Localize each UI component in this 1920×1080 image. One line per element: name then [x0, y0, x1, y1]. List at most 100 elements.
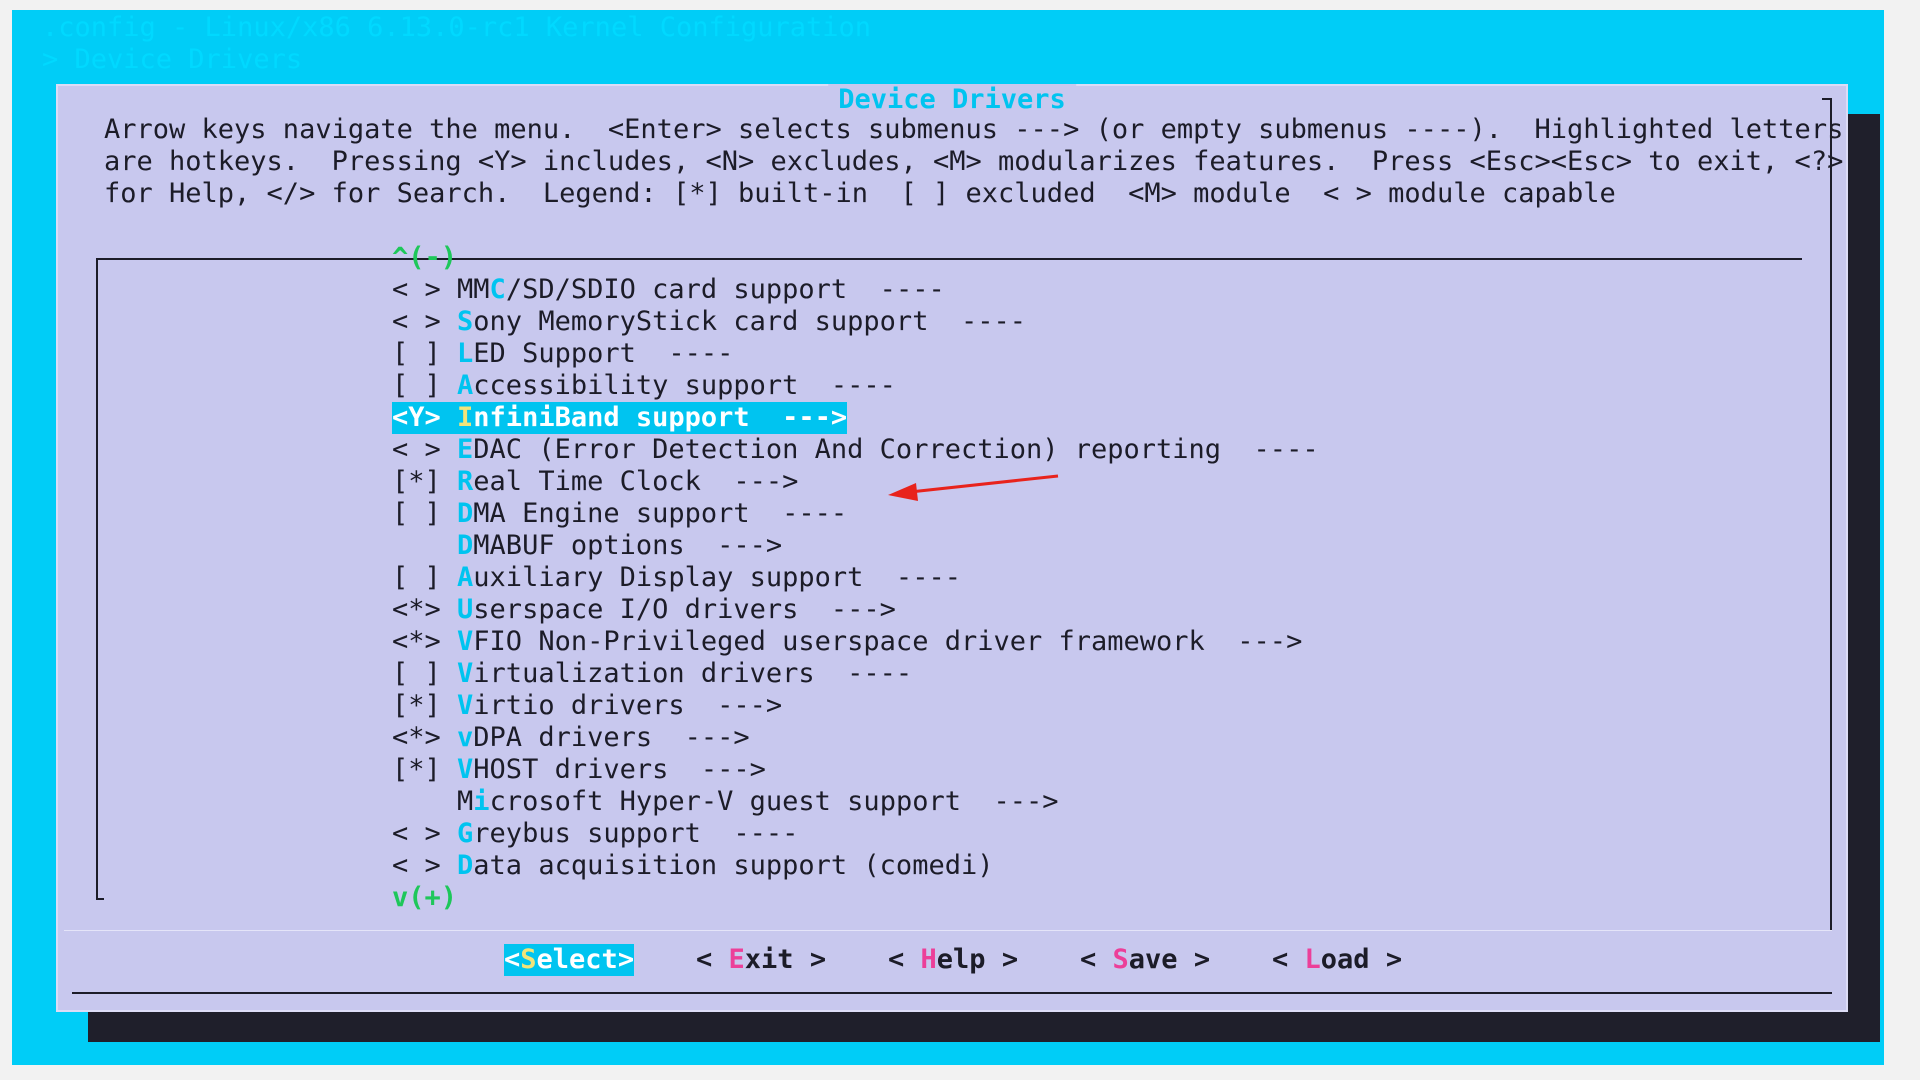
- menu-item-hotkey: G: [457, 818, 474, 849]
- menu-item-label: ED Support ----: [473, 338, 734, 369]
- menu-item-label-start: MM: [457, 274, 490, 305]
- dialog-border-corner: [1822, 98, 1832, 100]
- menu-item-label: FIO Non-Privileged userspace driver fram…: [473, 626, 1303, 657]
- menu-item-hotkey: A: [457, 562, 474, 593]
- exit-hotkey: E: [728, 944, 745, 975]
- save-open-bracket: <: [1080, 944, 1113, 975]
- menu-item[interactable]: < > EDAC (Error Detection And Correction…: [392, 434, 1319, 466]
- load-open-bracket: <: [1272, 944, 1305, 975]
- dialog-border-right: [1830, 98, 1832, 930]
- menu-item-state: < >: [392, 434, 458, 465]
- menu-item[interactable]: DMABUF options --->: [392, 530, 782, 562]
- button-bar-separator: [64, 930, 1832, 931]
- menu-item-state: [ ]: [392, 370, 458, 401]
- load-label: oad: [1320, 944, 1370, 975]
- menu-item[interactable]: [*] Virtio drivers --->: [392, 690, 782, 722]
- menu-item-hotkey: D: [457, 530, 474, 561]
- menu-item-state: < >: [392, 818, 458, 849]
- menu-item-label: /SD/SDIO card support ----: [505, 274, 945, 305]
- menu-item[interactable]: [*] VHOST drivers --->: [392, 754, 766, 786]
- menu-item-state: [392, 786, 457, 817]
- menu-item-label: irtualization drivers ----: [473, 658, 913, 689]
- menu-item[interactable]: Microsoft Hyper-V guest support --->: [392, 786, 1058, 818]
- menu-item-label-start: M: [457, 786, 474, 817]
- help-label: elp: [936, 944, 986, 975]
- menu-item-hotkey: E: [457, 434, 474, 465]
- scroll-up-indicator[interactable]: ^(-): [392, 242, 457, 274]
- exit-button[interactable]: < Exit >: [696, 944, 826, 976]
- menu-item-label: uxiliary Display support ----: [473, 562, 961, 593]
- menu-item-hotkey: L: [457, 338, 474, 369]
- menu-item-label: ony MemoryStick card support ----: [473, 306, 1026, 337]
- menu-item-hotkey: R: [457, 466, 474, 497]
- help-button[interactable]: < Help >: [888, 944, 1018, 976]
- menu-item-hotkey: V: [457, 626, 474, 657]
- menu-item-label: ccessibility support ----: [473, 370, 896, 401]
- menu-item[interactable]: [ ] LED Support ----: [392, 338, 733, 370]
- help-hotkey: H: [920, 944, 937, 975]
- save-hotkey: S: [1112, 944, 1129, 975]
- menu-item[interactable]: [ ] Virtualization drivers ----: [392, 658, 912, 690]
- select-button[interactable]: <Select>: [504, 944, 635, 976]
- menu-item-state: [ ]: [392, 658, 458, 689]
- menu-item-label: HOST drivers --->: [473, 754, 766, 785]
- menu-item-label: ata acquisition support (comedi): [473, 850, 994, 881]
- menu-item-hotkey: i: [473, 786, 490, 817]
- window-title-line: .config - Linux/x86 6.13.0-rc1 Kernel Co…: [42, 12, 872, 43]
- menu-item-label: MA Engine support ----: [473, 498, 848, 529]
- help-open-bracket: <: [888, 944, 921, 975]
- save-close-bracket: >: [1177, 944, 1211, 975]
- menu-item-state: < >: [392, 306, 458, 337]
- menu-item-state: <*>: [392, 594, 458, 625]
- menu-item[interactable]: <Y> InfiniBand support --->: [392, 402, 848, 434]
- help-text-line-1: Arrow keys navigate the menu. <Enter> se…: [104, 114, 1844, 145]
- menu-item-hotkey: v: [457, 722, 474, 753]
- menu-item[interactable]: [ ] DMA Engine support ----: [392, 498, 847, 530]
- menu-item-hotkey: I: [457, 402, 474, 433]
- terminal-window: .config - Linux/x86 6.13.0-rc1 Kernel Co…: [12, 10, 1884, 1065]
- save-label: ave: [1128, 944, 1178, 975]
- select-close-bracket: >: [617, 944, 635, 975]
- load-button[interactable]: < Load >: [1272, 944, 1402, 976]
- save-button[interactable]: < Save >: [1080, 944, 1210, 976]
- menu-item-hotkey: A: [457, 370, 474, 401]
- menu-item-label: DPA drivers --->: [473, 722, 750, 753]
- menu-item[interactable]: <*> Userspace I/O drivers --->: [392, 594, 896, 626]
- red-arrow-icon: [888, 474, 1059, 501]
- menu-item-hotkey: C: [489, 274, 506, 305]
- menu-item[interactable]: <*> VFIO Non-Privileged userspace driver…: [392, 626, 1302, 658]
- menu-item-hotkey: V: [457, 658, 474, 689]
- menu-item-state: [392, 530, 457, 561]
- menu-item[interactable]: [*] Real Time Clock --->: [392, 466, 798, 498]
- exit-label: xit: [744, 944, 794, 975]
- help-text-line-2: are hotkeys. Pressing <Y> includes, <N> …: [104, 146, 1844, 177]
- menu-item[interactable]: <*> vDPA drivers --->: [392, 722, 750, 754]
- select-label: elect: [536, 944, 618, 975]
- load-close-bracket: >: [1369, 944, 1403, 975]
- menu-box-left-border: [96, 258, 98, 900]
- menu-item[interactable]: < > Greybus support ----: [392, 818, 798, 850]
- menu-item[interactable]: < > Data acquisition support (comedi): [392, 850, 993, 882]
- menu-item-label: reybus support ----: [473, 818, 799, 849]
- menu-item[interactable]: < > MMC/SD/SDIO card support ----: [392, 274, 945, 306]
- select-hotkey: S: [520, 944, 537, 975]
- menu-item[interactable]: < > Sony MemoryStick card support ----: [392, 306, 1026, 338]
- menu-item-state: [*]: [392, 690, 458, 721]
- menu-item-state: [ ]: [392, 562, 458, 593]
- menu-item-state: [ ]: [392, 498, 458, 529]
- breadcrumb: > Device Drivers: [42, 44, 303, 75]
- menu-item-hotkey: D: [457, 850, 474, 881]
- dialog-title: Device Drivers: [828, 84, 1076, 116]
- exit-close-bracket: >: [793, 944, 827, 975]
- help-close-bracket: >: [985, 944, 1019, 975]
- menu-item-hotkey: V: [457, 690, 474, 721]
- menu-item-label: irtio drivers --->: [473, 690, 783, 721]
- scroll-down-indicator[interactable]: v(+): [392, 882, 457, 914]
- menu-box-top-border: [96, 258, 1802, 260]
- menuconfig-dialog: Device Drivers Arrow keys navigate the m…: [56, 84, 1848, 1012]
- menu-item[interactable]: [ ] Accessibility support ----: [392, 370, 896, 402]
- menu-item-label: DAC (Error Detection And Correction) rep…: [473, 434, 1319, 465]
- menu-item[interactable]: [ ] Auxiliary Display support ----: [392, 562, 961, 594]
- menu-item-state: <*>: [392, 722, 458, 753]
- menu-box-corner: [96, 898, 104, 900]
